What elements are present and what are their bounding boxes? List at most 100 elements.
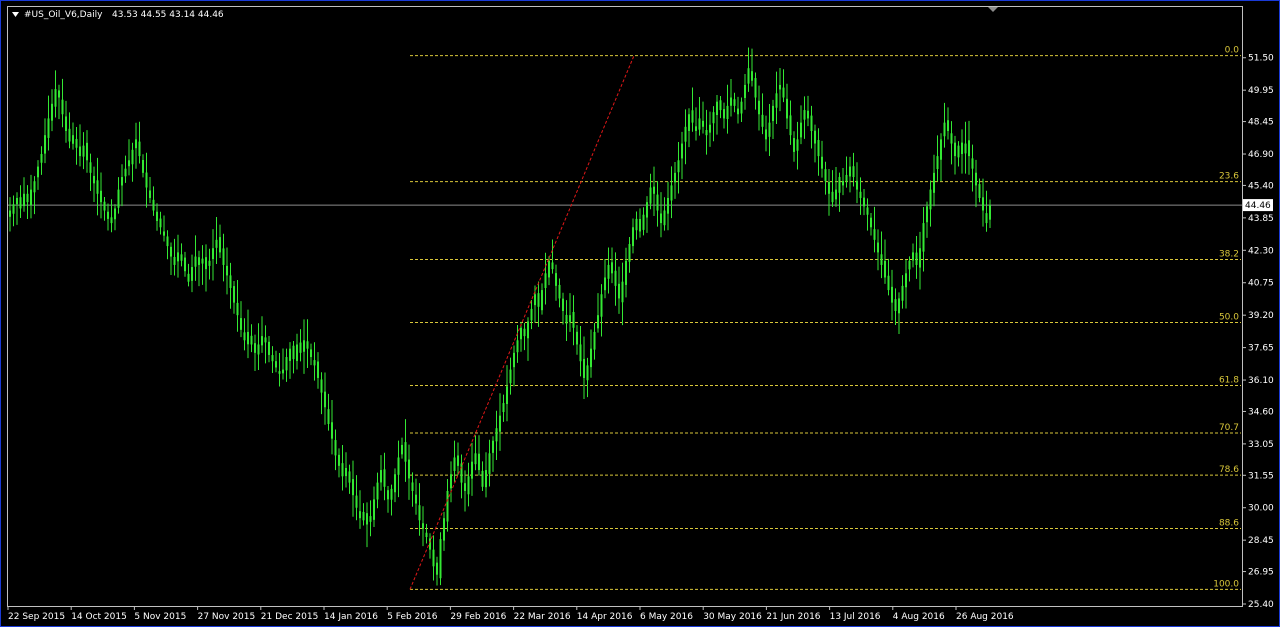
candle	[289, 342, 291, 379]
candle	[184, 251, 186, 277]
candle	[989, 199, 991, 229]
candle	[968, 120, 970, 175]
fib-level-label: 100.0	[1213, 579, 1239, 589]
time-axis[interactable]: 22 Sep 2015 14 Oct 2015 5 Nov 2015 27 Nov 2…	[7, 606, 1014, 622]
x-axis-tick-label: 14 Jan 2016	[324, 612, 378, 622]
candle	[96, 157, 99, 216]
candle	[275, 350, 277, 373]
candle	[436, 556, 438, 586]
candle	[604, 258, 606, 299]
x-axis-tick: 29 Feb 2016	[449, 606, 507, 622]
candle	[943, 102, 946, 148]
fib-level[interactable]: 70.7	[410, 423, 1241, 434]
price-chart[interactable]: #US_Oil_V6,Daily 43.53 44.55 43.14 44.46…	[0, 0, 1280, 627]
chart-window[interactable]: #US_Oil_V6,Daily 43.53 44.55 43.14 44.46…	[0, 0, 1280, 627]
chart-shift-marker-icon[interactable]	[988, 7, 998, 12]
candle	[600, 284, 603, 337]
candle	[716, 94, 718, 135]
y-axis-tick: 49.95	[1242, 86, 1274, 96]
y-axis-tick-label: 31.55	[1248, 471, 1274, 481]
candle	[698, 96, 701, 136]
candle	[394, 468, 396, 503]
candle	[656, 180, 659, 227]
candle	[796, 121, 799, 170]
candle	[229, 262, 232, 309]
candle	[408, 444, 410, 500]
candle	[338, 448, 340, 478]
candle	[723, 102, 725, 129]
chart-title: #US_Oil_V6,Daily 43.53 44.55 43.14 44.46	[12, 10, 224, 20]
candle	[205, 244, 207, 292]
candle	[576, 325, 578, 355]
candle	[75, 127, 78, 165]
candle	[674, 161, 676, 199]
candle	[506, 365, 508, 422]
candle	[243, 318, 246, 351]
fib-level[interactable]: 88.6	[410, 519, 1241, 530]
fib-level-label: 61.8	[1219, 375, 1239, 385]
candle	[929, 180, 932, 227]
candle	[152, 186, 155, 216]
candle	[726, 84, 729, 134]
candle	[149, 176, 151, 204]
candle	[537, 281, 540, 327]
fib-level[interactable]: 61.8	[410, 375, 1241, 386]
x-axis-tick: 14 Jan 2016	[323, 606, 378, 622]
candle	[814, 124, 816, 163]
price-axis[interactable]: 51.50 49.95 48.45 46.90 45.40 43.85 42.30 40.75…	[1242, 54, 1274, 610]
y-axis-tick: 30.00	[1242, 504, 1274, 514]
chart-symbol-title: #US_Oil_V6,Daily	[24, 10, 103, 20]
candle	[646, 196, 648, 233]
plot-area-border	[7, 6, 1243, 607]
candle	[390, 484, 393, 516]
x-axis-tick: 5 Nov 2015	[133, 606, 186, 622]
candle	[677, 141, 680, 194]
current-price-label: 44.46	[1243, 199, 1273, 212]
fib-level[interactable]: 78.6	[410, 465, 1241, 476]
candle	[712, 106, 715, 142]
candle	[499, 393, 501, 451]
x-axis-tick-label: 21 Dec 2015	[261, 612, 319, 622]
y-axis-tick-label: 28.45	[1248, 536, 1274, 546]
candle	[467, 462, 470, 507]
x-axis-tick: 22 Sep 2015	[7, 606, 65, 622]
candle	[709, 111, 711, 147]
candle	[327, 393, 330, 431]
candle	[702, 101, 704, 134]
x-axis-tick-label: 14 Oct 2015	[71, 612, 127, 622]
candle	[208, 248, 211, 280]
menu-triangle-icon[interactable]	[12, 12, 19, 17]
candle	[362, 503, 365, 526]
candle	[443, 511, 445, 551]
candle	[831, 170, 834, 207]
candle	[628, 237, 631, 273]
candle	[383, 452, 386, 501]
candle	[884, 239, 886, 284]
candle	[583, 336, 585, 399]
candle	[240, 301, 242, 338]
x-axis-tick-label: 22 Mar 2016	[514, 612, 571, 622]
candle	[534, 285, 536, 323]
fib-level[interactable]: 0.0	[410, 46, 1241, 57]
candle	[65, 100, 67, 143]
y-axis-tick: 36.10	[1242, 376, 1274, 386]
candle	[418, 483, 421, 536]
candle	[789, 100, 792, 145]
candle	[870, 213, 872, 236]
candle	[509, 357, 512, 395]
fib-level-label: 88.6	[1219, 519, 1239, 529]
fib-level[interactable]: 38.2	[410, 250, 1241, 261]
fib-level[interactable]: 100.0	[410, 579, 1241, 590]
candle	[558, 278, 561, 308]
candle	[271, 346, 274, 373]
candle	[950, 121, 953, 165]
candle	[222, 233, 225, 282]
candle	[341, 444, 344, 491]
candle	[12, 195, 15, 227]
candle	[565, 300, 568, 342]
x-axis-tick: 5 Feb 2016	[386, 606, 438, 622]
candle	[975, 159, 977, 208]
candle	[331, 399, 333, 455]
y-axis-tick: 40.75	[1242, 279, 1274, 289]
candle	[481, 461, 484, 491]
